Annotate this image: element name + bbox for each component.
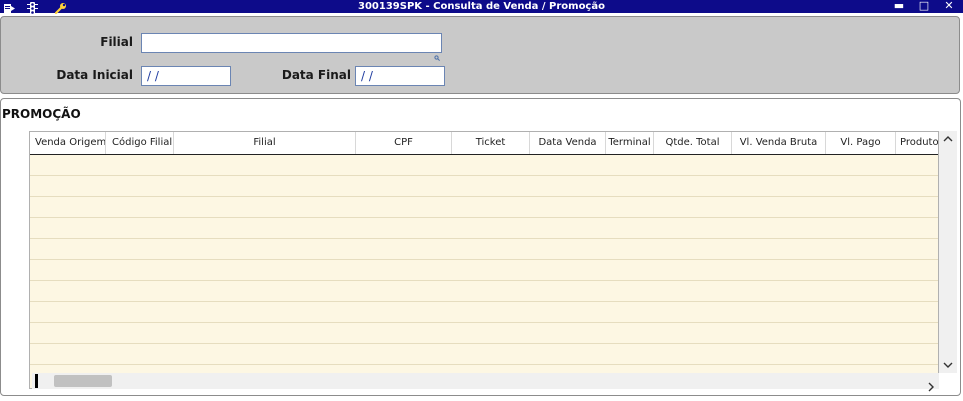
section-title: PROMOÇÃO [2,107,81,121]
filial-label: Filial [100,35,133,49]
col-venda-origem[interactable]: Venda Origem [30,132,106,154]
scroll-right-icon[interactable] [927,377,935,396]
table-row[interactable] [30,197,938,218]
filial-lookup-icon[interactable] [434,46,440,61]
table-row[interactable] [30,239,938,260]
scroll-up-icon[interactable] [939,133,957,146]
col-codigo-filial[interactable]: Código Filial [106,132,174,154]
col-cpf[interactable]: CPF [356,132,452,154]
vertical-scrollbar[interactable] [939,131,957,373]
table-row[interactable] [30,302,938,323]
table-row[interactable] [30,344,938,365]
grid-header: Venda Origem Código Filial Filial CPF Ti… [30,132,938,155]
col-terminal[interactable]: Terminal [606,132,654,154]
maximize-button[interactable]: □ [915,0,933,13]
data-final-label: Data Final [281,68,351,82]
scroll-thumb[interactable] [54,375,112,387]
table-row[interactable] [30,281,938,302]
table-row[interactable] [30,260,938,281]
promocao-panel: PROMOÇÃO Venda Origem Código Filial Fili… [0,98,961,396]
grid-body [30,155,938,366]
data-final-field[interactable]: / / [355,66,445,86]
window-title: 300139SPK - Consulta de Venda / Promoção [358,1,605,12]
scroll-left-marker [35,374,38,388]
data-inicial-field[interactable]: / / [141,66,231,86]
filial-field[interactable] [141,33,442,53]
sales-grid[interactable]: Venda Origem Código Filial Filial CPF Ti… [29,131,939,389]
title-bar: 300139SPK - Consulta de Venda / Promoção… [0,0,963,15]
table-row[interactable] [30,323,938,344]
data-inicial-label: Data Inicial [56,68,133,82]
scroll-down-icon[interactable] [939,359,957,372]
col-data-venda[interactable]: Data Venda [530,132,606,154]
table-row[interactable] [30,176,938,197]
col-qtde-total[interactable]: Qtde. Total [654,132,732,154]
table-row[interactable] [30,218,938,239]
col-ticket[interactable]: Ticket [452,132,530,154]
col-vl-pago[interactable]: Vl. Pago [826,132,896,154]
col-filial[interactable]: Filial [174,132,356,154]
col-produto[interactable]: Produto [896,132,938,154]
filter-panel: Filial Data Inicial / / Data Final / / [0,16,960,94]
col-vl-venda-bruta[interactable]: Vl. Venda Bruta [732,132,826,154]
close-button[interactable]: ✕ [940,0,958,13]
table-row[interactable] [30,155,938,176]
minimize-button[interactable]: ▬ [890,0,908,13]
horizontal-scrollbar[interactable] [32,373,939,392]
